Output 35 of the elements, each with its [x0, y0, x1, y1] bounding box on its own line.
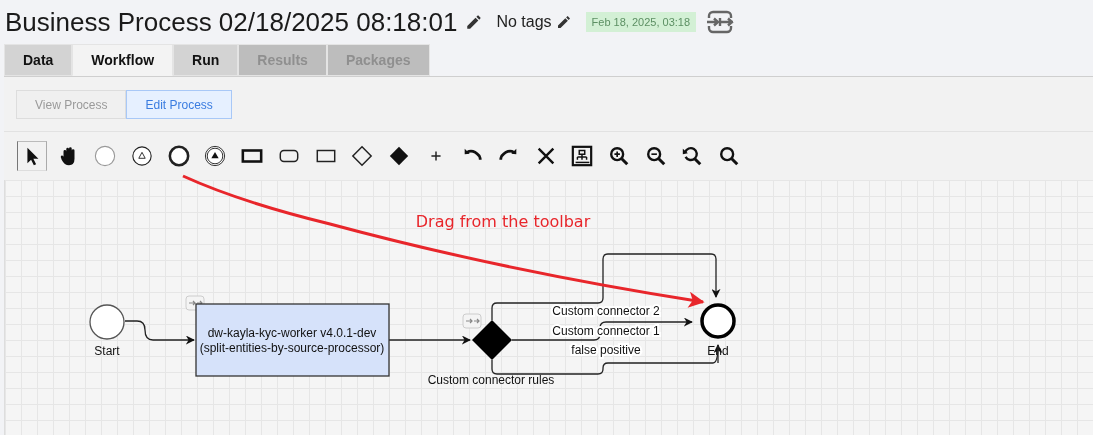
pencil-icon[interactable]: [555, 14, 572, 30]
tab[interactable]: Data: [4, 44, 73, 76]
zoom-in-icon: [608, 145, 630, 167]
connector-arrow[interactable]: [124, 320, 195, 345]
filled-triangle-circle-icon: [204, 145, 227, 167]
tab[interactable]: Run: [173, 44, 239, 76]
zoom-reset-icon: [681, 145, 704, 167]
start-event[interactable]: [89, 304, 125, 340]
zoom-out-icon: [644, 145, 667, 167]
circle-icon: [94, 145, 117, 167]
node-label: Custom connector rules: [427, 373, 555, 387]
task-node[interactable]: [195, 303, 390, 377]
connector-label: Custom connector 2: [552, 304, 660, 318]
connector-label: false positive: [571, 343, 641, 357]
connector-arrow[interactable]: [491, 253, 721, 321]
tool-button[interactable]: [17, 141, 47, 171]
search-icon: [718, 145, 741, 167]
small-merge-icon[interactable]: [462, 313, 482, 329]
end-event[interactable]: [700, 303, 736, 339]
thick-circle-icon: [167, 145, 190, 167]
date-badge: Feb 18, 2025, 03:18: [585, 12, 697, 32]
node-label: Start: [94, 344, 120, 358]
diagram-layout-icon: [571, 145, 594, 167]
connector-arrow[interactable]: [388, 335, 471, 345]
annotation-text: Drag from the toolbar: [415, 212, 591, 231]
triangle-circle-icon: [131, 145, 154, 167]
diamond-icon: [351, 145, 374, 167]
filled-diamond-icon: [387, 145, 410, 167]
tags-label: No tags: [496, 13, 552, 31]
mode-button[interactable]: View Process: [16, 90, 127, 119]
mode-button[interactable]: Edit Process: [126, 90, 232, 119]
tab[interactable]: Workflow: [72, 44, 174, 76]
page-title: Business Process 02/18/2025 08:18:01: [5, 6, 458, 38]
gateway-node[interactable]: [472, 320, 512, 360]
task-label: dw-kayla-kyc-worker v4.0.1-dev (split-entities-by-source-processor): [199, 326, 385, 355]
